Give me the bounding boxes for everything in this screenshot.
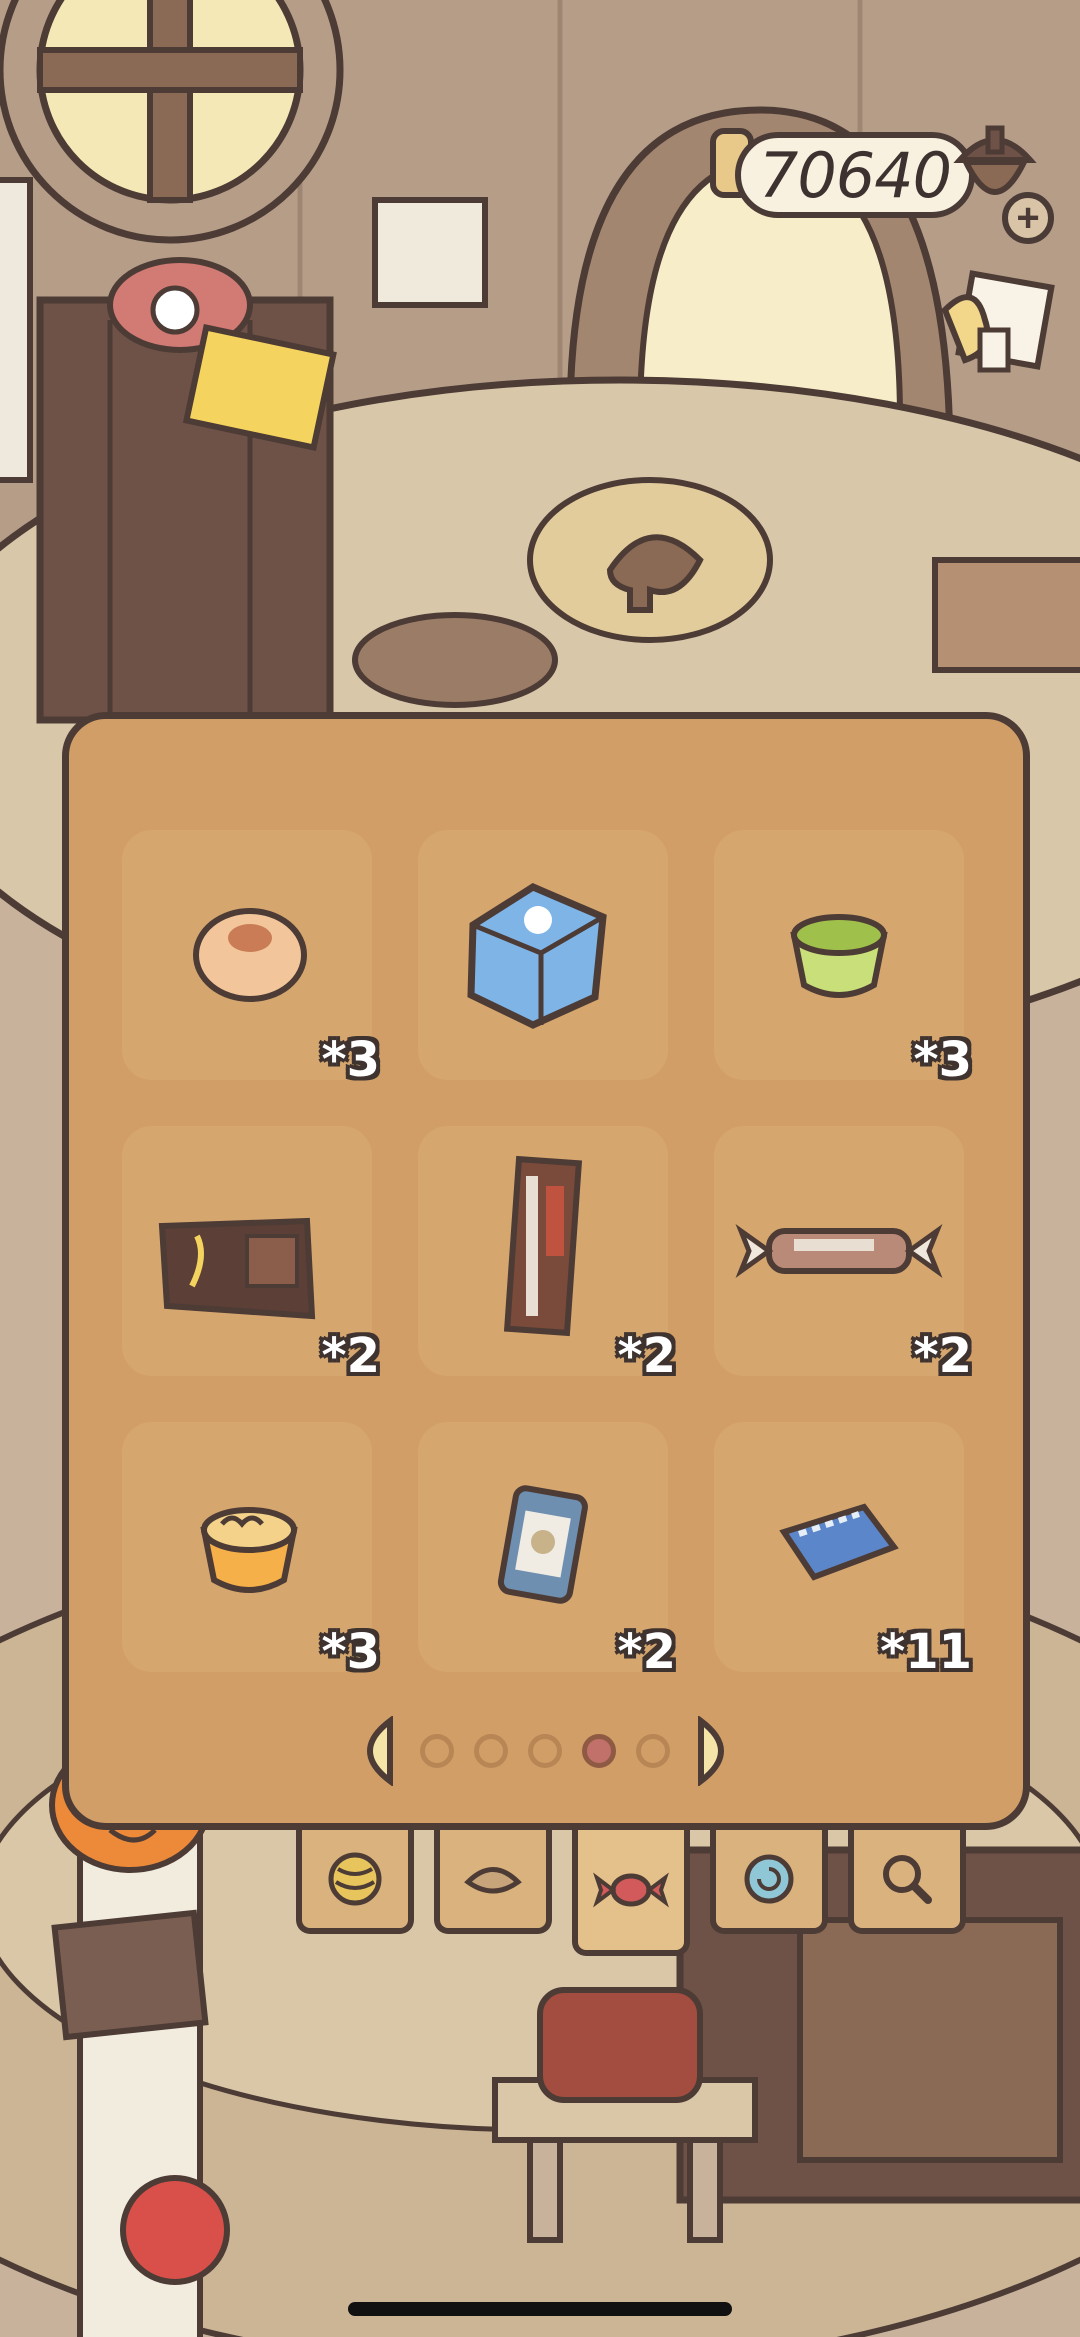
item-count: *2 — [617, 1328, 677, 1384]
coin-counter: 70640 — [735, 132, 975, 218]
leaf-icon — [464, 1867, 522, 1894]
inventory-slot[interactable]: *2 — [418, 1126, 676, 1384]
item-count: *2 — [321, 1328, 381, 1384]
page-dot[interactable] — [420, 1734, 454, 1768]
page-dot[interactable] — [474, 1734, 508, 1768]
next-page-button[interactable] — [695, 1716, 739, 1786]
magnifier-icon — [883, 1855, 932, 1904]
page-dot-active[interactable] — [582, 1734, 616, 1768]
item-count: *11 — [880, 1624, 972, 1680]
inventory-slot[interactable]: *3 — [122, 830, 380, 1088]
inventory-slot[interactable]: *2 — [122, 1126, 380, 1384]
page-dot[interactable] — [636, 1734, 670, 1768]
tab-leaf[interactable] — [434, 1830, 552, 1934]
home-indicator — [348, 2302, 732, 2316]
page-dot[interactable] — [528, 1734, 562, 1768]
coin-amount: 70640 — [758, 138, 952, 212]
item-count: *2 — [913, 1328, 973, 1384]
inventory-slot[interactable]: *2 — [418, 1422, 676, 1680]
item-count: *3 — [321, 1032, 381, 1088]
inventory-slot[interactable]: *3 — [714, 830, 972, 1088]
tab-shell[interactable] — [710, 1830, 828, 1934]
game-scene: 70640 + *3 *3 *2 *2 *2 *3 *2 *11 — [0, 0, 1080, 2337]
inventory-slot[interactable]: *3 — [122, 1422, 380, 1680]
tab-candy[interactable] — [572, 1830, 690, 1956]
clipboard-icon[interactable] — [935, 270, 1055, 380]
plus-icon: + — [1016, 196, 1040, 240]
candy-icon — [593, 1872, 669, 1908]
snail-shell-icon — [744, 1854, 794, 1904]
inventory-slot[interactable]: *11 — [714, 1422, 972, 1680]
inventory-slot[interactable]: *2 — [714, 1126, 972, 1384]
item-count: *3 — [321, 1624, 381, 1680]
category-tabs — [290, 1830, 980, 1956]
inventory-slot[interactable] — [418, 830, 668, 1080]
item-count: *2 — [617, 1624, 677, 1680]
inventory-grid: *3 *3 *2 *2 *2 *3 *2 *11 — [122, 830, 974, 1680]
tab-yarn[interactable] — [296, 1830, 414, 1934]
prev-page-button[interactable] — [352, 1716, 396, 1786]
add-coins-button[interactable]: + — [1002, 192, 1054, 244]
blue-candy-box-icon — [467, 883, 607, 1029]
page-indicator — [350, 1716, 750, 1786]
yarn-ball-icon — [328, 1852, 382, 1906]
item-count: *3 — [913, 1032, 973, 1088]
tab-search[interactable] — [848, 1830, 966, 1934]
